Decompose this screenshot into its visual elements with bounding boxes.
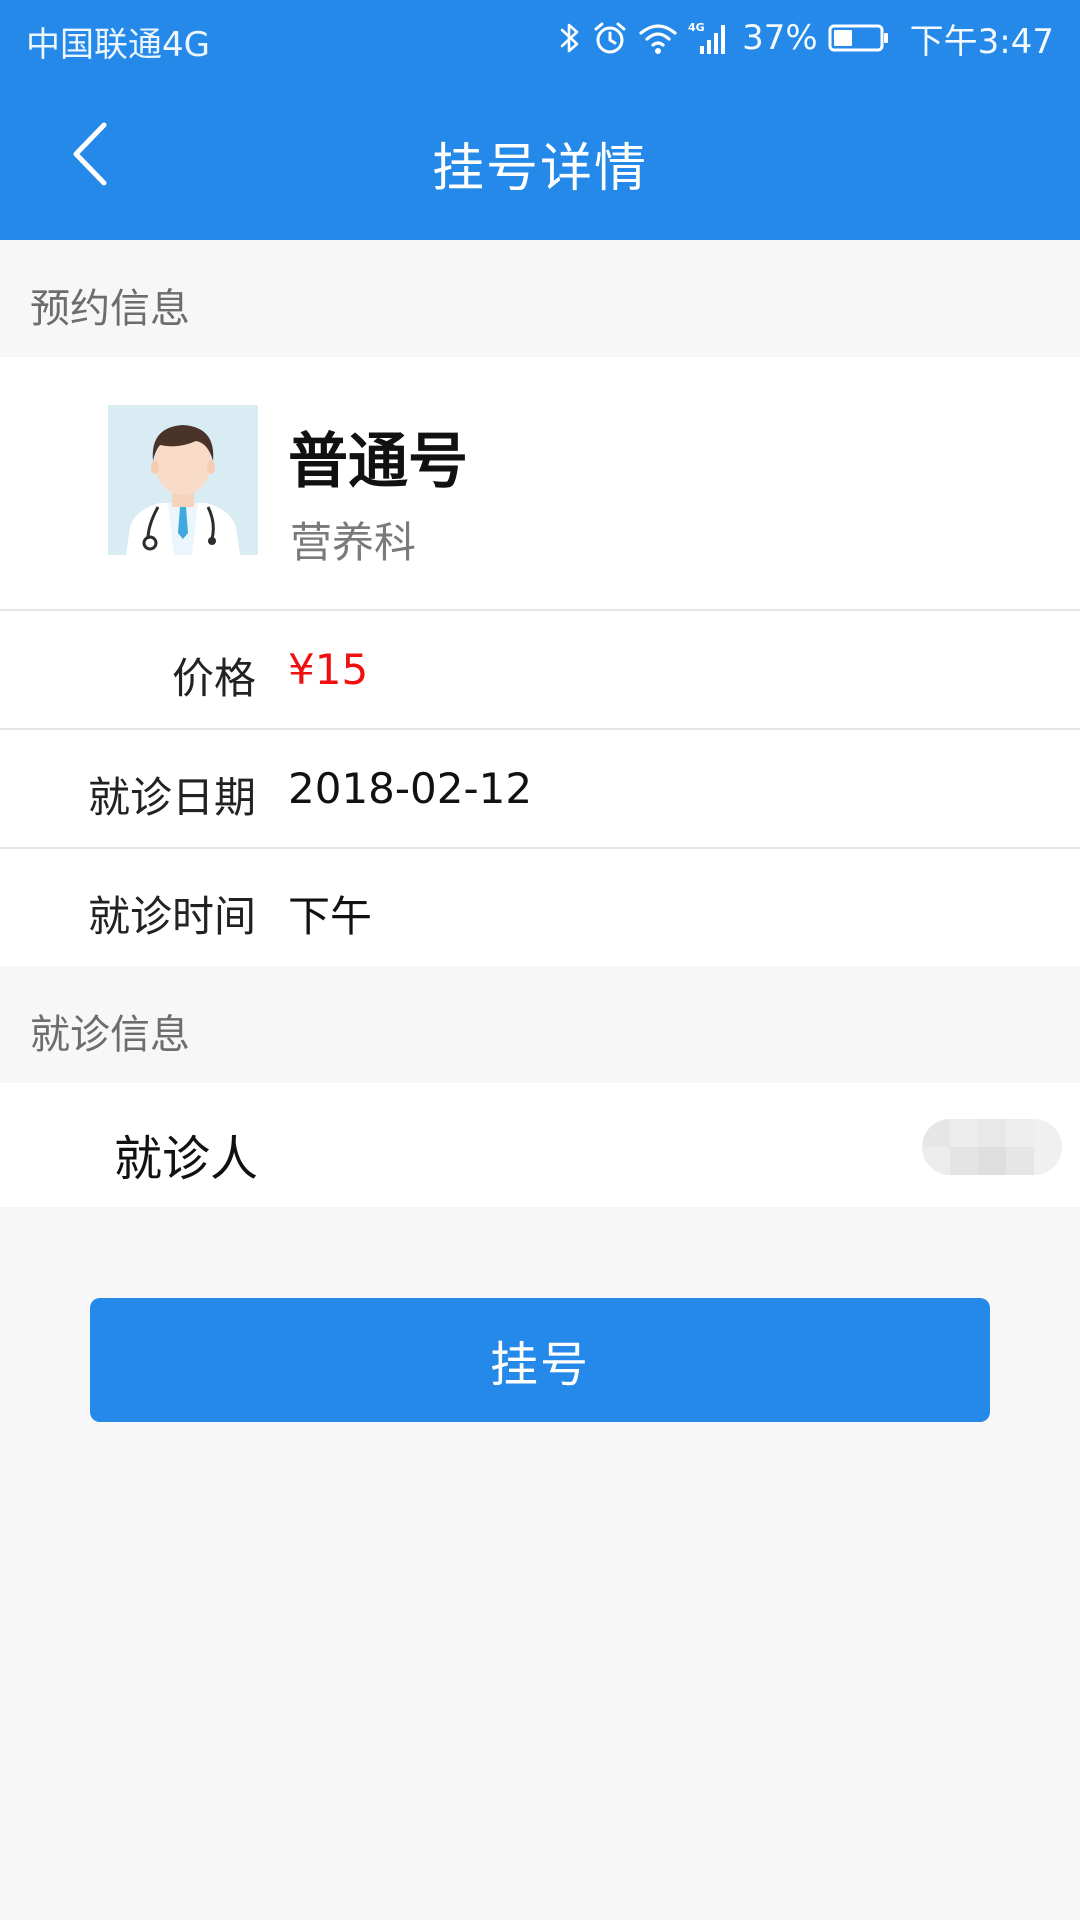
price-label: 价格 [171, 654, 256, 703]
status-bar: 中国联通4G 4G 37% 下午3:47 [0, 0, 1080, 76]
alarm-icon [592, 20, 628, 56]
visit-time-label: 就诊时间 [87, 892, 256, 941]
bluetooth-icon [558, 20, 582, 56]
signal-4g-icon: 4G [688, 20, 732, 56]
svg-text:4G: 4G [688, 21, 705, 34]
visit-date-row: 就诊日期 2018-02-12 [0, 730, 1080, 849]
visit-date-label: 就诊日期 [87, 773, 256, 822]
section-title-visit: 就诊信息 [30, 1012, 190, 1058]
patient-name-redacted[interactable] [922, 1119, 1062, 1175]
price-row: 价格 ¥15 [0, 611, 1080, 730]
page-title: 挂号详情 [431, 139, 648, 199]
registration-type: 普通号 [288, 427, 468, 497]
department-name: 营养科 [290, 518, 417, 567]
battery-percent: 37% [742, 18, 818, 58]
section-header-appointment: 预约信息 [0, 240, 1080, 357]
patient-selector-row[interactable]: 就诊人 [0, 1083, 1080, 1207]
navigation-bar: 挂号详情 [0, 76, 1080, 240]
visit-time-row: 就诊时间 下午 [0, 849, 1080, 966]
visit-date-value: 2018-02-12 [288, 764, 533, 813]
price-value: ¥15 [288, 645, 369, 694]
section-title-appointment: 预约信息 [30, 286, 190, 332]
app-header-area: 中国联通4G 4G 37% 下午3:47 挂号详情 [0, 0, 1080, 240]
register-button[interactable]: 挂号 [90, 1298, 990, 1422]
battery-icon [828, 23, 890, 53]
visit-time-value: 下午 [288, 892, 373, 941]
clock-time: 下午3:47 [909, 21, 1054, 62]
patient-label: 就诊人 [114, 1131, 259, 1187]
section-header-visit: 就诊信息 [0, 966, 1080, 1083]
carrier-name: 中国联通4G [26, 25, 210, 65]
doctor-avatar-icon [108, 405, 258, 555]
doctor-card: 普通号 营养科 [0, 357, 1080, 611]
status-icons: 4G 37% 下午3:47 [558, 12, 1054, 64]
wifi-icon [638, 21, 678, 55]
